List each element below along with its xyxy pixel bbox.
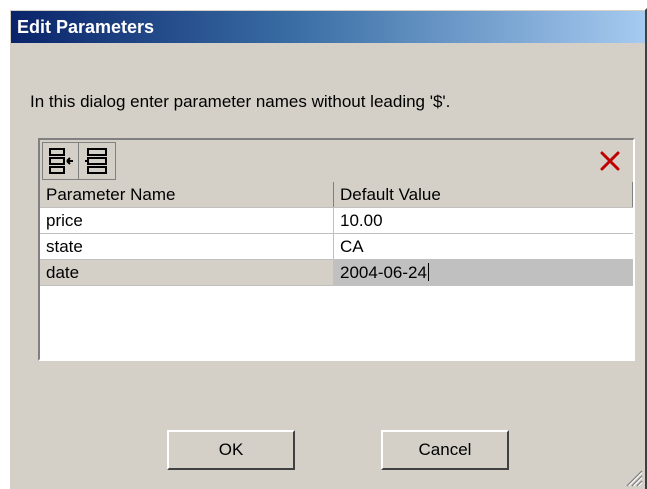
- text-caret: [427, 263, 429, 281]
- edit-parameters-dialog: Edit Parameters In this dialog enter par…: [8, 8, 647, 489]
- default-value-cell[interactable]: 10.00: [334, 208, 633, 233]
- table-row[interactable]: state CA: [40, 234, 633, 260]
- delete-row-button[interactable]: [591, 142, 629, 180]
- parameter-name-cell[interactable]: price: [40, 208, 334, 233]
- ok-button[interactable]: OK: [167, 430, 295, 470]
- append-row-icon: [85, 148, 107, 174]
- instruction-text: In this dialog enter parameter names wit…: [30, 92, 451, 111]
- delete-icon: [600, 151, 620, 171]
- default-value-cell-editing[interactable]: 2004-06-24: [334, 260, 633, 285]
- resize-grip-icon[interactable]: [621, 465, 643, 487]
- default-value-cell[interactable]: CA: [334, 234, 633, 259]
- append-row-button[interactable]: [78, 142, 116, 180]
- table-row[interactable]: price 10.00: [40, 208, 633, 234]
- parameters-table: Parameter Name Default Value price 10.00…: [40, 182, 633, 286]
- parameter-name-cell[interactable]: date: [40, 260, 334, 285]
- table-header-row: Parameter Name Default Value: [40, 182, 633, 208]
- column-header-default-value[interactable]: Default Value: [334, 182, 633, 207]
- parameter-name-cell[interactable]: state: [40, 234, 334, 259]
- cancel-button[interactable]: Cancel: [381, 430, 509, 470]
- insert-row-icon: [49, 148, 73, 174]
- column-header-parameter-name[interactable]: Parameter Name: [40, 182, 334, 207]
- insert-row-button[interactable]: [42, 142, 80, 180]
- dialog-title: Edit Parameters: [11, 11, 645, 43]
- parameters-grid: Parameter Name Default Value price 10.00…: [38, 138, 635, 361]
- grid-toolbar: [40, 140, 633, 182]
- table-row-selected[interactable]: date 2004-06-24: [40, 260, 633, 286]
- default-value-text: 2004-06-24: [340, 263, 427, 282]
